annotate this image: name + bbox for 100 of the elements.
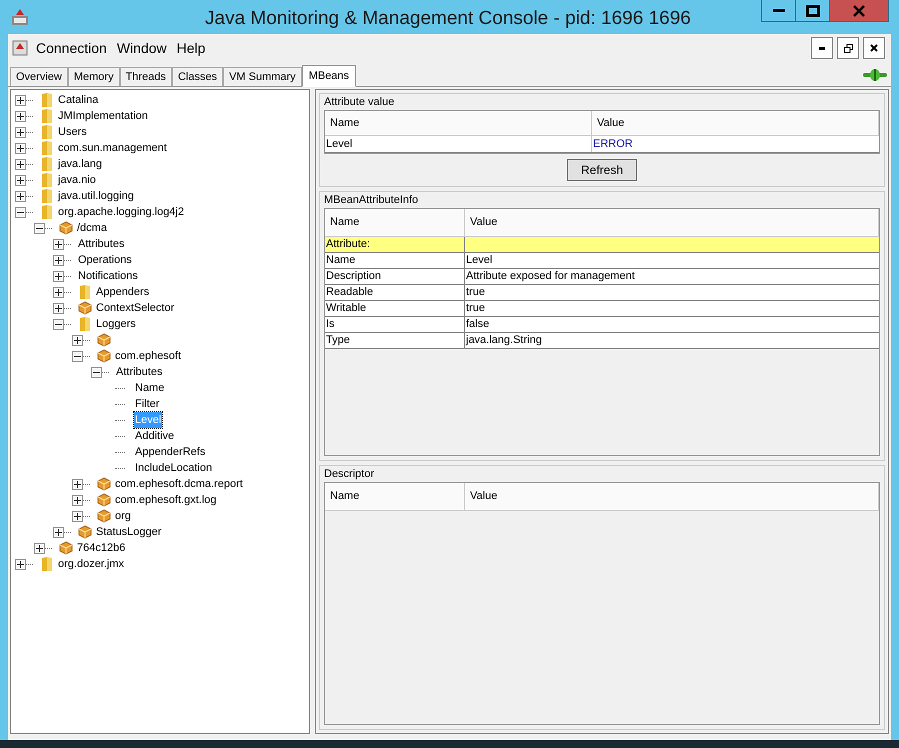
menu-item[interactable]: Window [114,38,169,58]
table-cell[interactable]: ERROR [592,136,879,152]
tree-item[interactable]: org.dozer.jmx [57,556,126,572]
tab[interactable]: Classes [172,67,224,86]
plus-icon [17,128,24,136]
tree-item[interactable]: 764c12b6 [76,540,126,556]
collapse-toggle[interactable] [72,350,83,362]
bean-icon [77,524,93,540]
tree-item[interactable]: Filter [134,396,160,412]
tree-item[interactable]: StatusLogger [95,524,162,540]
tab[interactable]: Memory [68,67,120,86]
tab[interactable]: MBeans [302,65,356,87]
plus-icon [17,96,24,104]
plus-icon [55,304,62,312]
table-cell: Attribute: [325,237,465,252]
restore-button[interactable] [837,37,859,59]
tree-item[interactable]: Appenders [95,284,150,300]
tree-item[interactable]: ContextSelector [95,300,176,316]
tree-item[interactable]: java.lang [57,156,104,172]
tree-item[interactable]: Name [134,380,166,396]
bean-icon [96,348,112,364]
collapse-toggle[interactable] [53,318,64,330]
plus-icon [17,112,24,120]
menu-item[interactable]: Connection [34,38,109,58]
column-header[interactable]: Name [325,483,465,510]
expand-toggle[interactable] [15,158,26,170]
tab[interactable]: Overview [10,67,68,86]
collapse-toggle[interactable] [91,366,102,378]
tree-item[interactable]: com.ephesoft [114,348,182,364]
tree-item[interactable]: Additive [134,428,176,444]
bean-icon [96,476,112,492]
expand-toggle[interactable] [72,478,83,490]
expand-toggle[interactable] [72,510,83,522]
expand-toggle[interactable] [53,302,64,314]
tree-item[interactable]: /dcma [76,220,108,236]
tree-item[interactable]: com.ephesoft.gxt.log [114,492,218,508]
expand-toggle[interactable] [53,238,64,250]
bean-icon [96,508,112,524]
table-cell-text: true [465,301,486,316]
refresh-button[interactable]: Refresh [566,159,638,181]
column-header[interactable]: Name [325,209,465,236]
tree-item[interactable]: Users [57,124,88,140]
expand-toggle[interactable] [15,110,26,122]
tree-item[interactable]: java.util.logging [57,188,135,204]
expand-toggle[interactable] [34,542,45,554]
minimize-button[interactable] [811,37,833,59]
tree-item[interactable]: AppenderRefs [134,444,206,460]
column-header[interactable]: Value [465,483,879,510]
tab[interactable]: Threads [120,67,172,86]
collapse-toggle[interactable] [15,206,26,218]
expand-toggle[interactable] [72,494,83,506]
plus-icon [74,496,81,504]
close-icon [853,4,865,16]
minimize-icon [819,46,825,50]
plus-icon [17,176,24,184]
tree-item[interactable]: Catalina [57,92,100,108]
tree-item[interactable]: Attributes [115,364,164,380]
expand-toggle[interactable] [53,526,64,538]
tree-item[interactable]: org [114,508,132,524]
tree-item[interactable]: org.apache.logging.log4j2 [57,204,185,220]
expand-toggle[interactable] [53,270,64,282]
bean-icon [96,492,112,508]
menu-item[interactable]: Help [174,38,208,58]
plus-icon [74,512,81,520]
expand-toggle[interactable] [53,254,64,266]
expand-toggle[interactable] [72,334,83,346]
close-button[interactable] [863,37,885,59]
tree-item[interactable]: com.sun.management [57,140,168,156]
table-cell-text: false [465,317,490,332]
table-cell-text: true [465,285,486,300]
column-header[interactable]: Value [465,209,879,236]
tree-item[interactable]: IncludeLocation [134,460,214,476]
expand-toggle[interactable] [15,126,26,138]
bean-icon [77,300,93,316]
tree-item[interactable]: JMImplementation [57,108,149,124]
tree-item[interactable]: java.nio [57,172,97,188]
tree-item[interactable]: Attributes [77,236,126,252]
app-icon [10,7,30,27]
tree-item[interactable]: com.ephesoft.dcma.report [114,476,244,492]
expand-toggle[interactable] [15,94,26,106]
tree-item[interactable]: Notifications [77,268,139,284]
folder-icon [39,140,55,156]
close-icon [870,44,878,52]
column-header[interactable]: Value [592,111,879,135]
folder-icon [39,108,55,124]
expand-toggle[interactable] [15,558,26,570]
tree-item[interactable]: Operations [77,252,133,268]
expand-toggle[interactable] [15,190,26,202]
expand-toggle[interactable] [53,286,64,298]
plus-icon [17,192,24,200]
tab[interactable]: VM Summary [223,67,302,86]
bean-icon [58,540,74,556]
plus-icon [55,288,62,296]
tree-item[interactable]: Loggers [95,316,137,332]
expand-toggle[interactable] [15,142,26,154]
column-header[interactable]: Name [325,111,592,135]
collapse-toggle[interactable] [34,222,45,234]
table-cell: Description [325,269,465,284]
window-title: Java Monitoring & Management Console - pid: 1696 1696 [205,7,691,31]
expand-toggle[interactable] [15,174,26,186]
